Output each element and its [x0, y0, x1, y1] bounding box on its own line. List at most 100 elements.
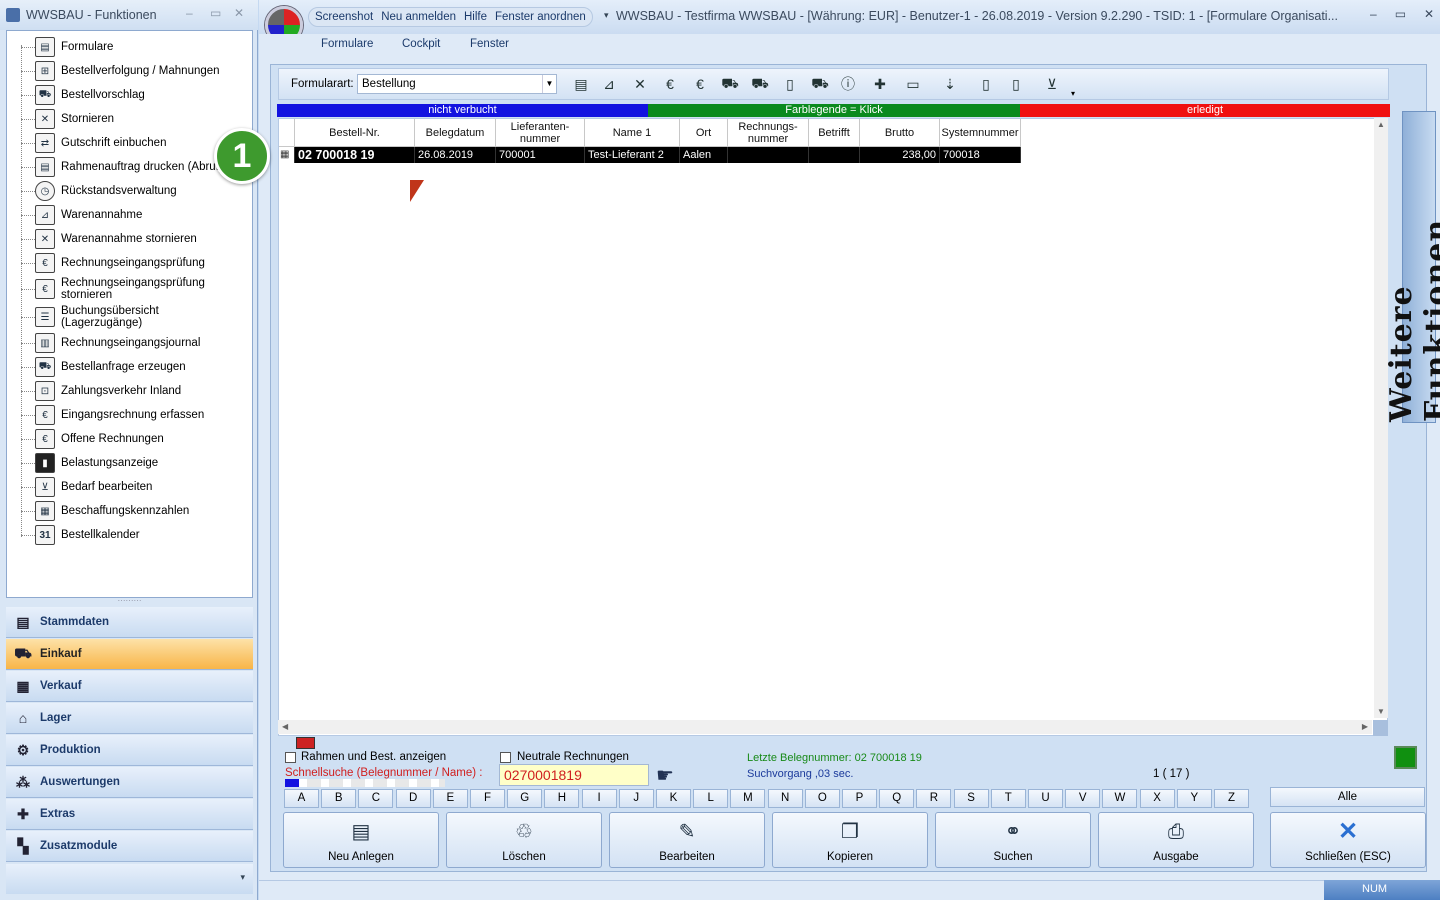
category-auswertungen[interactable]: ⁂ Auswertungen	[6, 767, 253, 798]
alphabet-a-button[interactable]: A	[284, 789, 319, 808]
tree-item-offene-rechnungen[interactable]: € Offene Rechnungen	[7, 427, 252, 451]
chk-neutrale-rechnungen[interactable]	[500, 752, 511, 763]
neu-anlegen-button[interactable]: ▤ Neu Anlegen	[283, 812, 439, 868]
page-header-icon[interactable]: ▯	[1004, 72, 1028, 96]
tab-formulare[interactable]: Formulare	[321, 38, 373, 50]
pane-splitter[interactable]: ·········	[6, 597, 253, 606]
schliessen-button[interactable]: ✕ Schließen (ESC)	[1270, 812, 1426, 868]
sort-down-icon[interactable]: ⇣	[938, 72, 962, 96]
alphabet-n-button[interactable]: N	[767, 789, 803, 808]
tree-item-bestellanfrage[interactable]: ⛟ Bestellanfrage erzeugen	[7, 355, 252, 379]
euro-cancel-icon[interactable]: €	[688, 72, 712, 96]
weitere-funktionen-tab[interactable]: Weitere Funktionen	[1384, 111, 1440, 423]
schnellsuche-input[interactable]	[499, 764, 649, 786]
tree-item-bedarf[interactable]: ⊻ Bedarf bearbeiten	[7, 475, 252, 499]
category-stammdaten[interactable]: ▤ Stammdaten	[6, 607, 253, 638]
legend-erledigt[interactable]: erledigt	[1020, 104, 1390, 117]
category-einkauf[interactable]: ⛟ Einkauf	[6, 639, 253, 670]
tab-fenster[interactable]: Fenster	[470, 38, 509, 50]
loeschen-button[interactable]: ♲ Löschen	[446, 812, 602, 868]
qat-hilfe[interactable]: Hilfe	[464, 11, 487, 23]
alphabet-l-button[interactable]: L	[693, 789, 729, 808]
tree-item-bestellverfolgung[interactable]: ⊞ Bestellverfolgung / Mahnungen	[7, 59, 252, 83]
legend-farblegende[interactable]: Farblegende = Klick	[648, 104, 1020, 117]
qat-screenshot[interactable]: Screenshot	[315, 11, 373, 23]
alphabet-c-button[interactable]: C	[358, 789, 394, 808]
scroll-down-icon[interactable]: ▼	[1377, 707, 1385, 716]
suchen-button[interactable]: ⚭ Suchen	[935, 812, 1091, 868]
alphabet-p-button[interactable]: P	[842, 789, 877, 808]
tree-item-eingangsrechnung[interactable]: € Eingangsrechnung erfassen	[7, 403, 252, 427]
alphabet-v-button[interactable]: V	[1065, 789, 1101, 808]
category-overflow[interactable]: ▾	[6, 864, 253, 894]
tree-item-kennzahlen[interactable]: ▦ Beschaffungskennzahlen	[7, 499, 252, 523]
close-icon[interactable]: ✕	[234, 6, 244, 20]
alphabet-z-button[interactable]: Z	[1214, 789, 1249, 808]
tree-item-zahlungsverkehr[interactable]: ⊡ Zahlungsverkehr Inland	[7, 379, 252, 403]
alphabet-q-button[interactable]: Q	[879, 789, 915, 808]
tab-cockpit[interactable]: Cockpit	[402, 38, 440, 50]
col-name-1[interactable]: Name 1	[585, 119, 680, 147]
category-produktion[interactable]: ⚙ Produktion	[6, 735, 253, 766]
col-betrifft[interactable]: Betrifft	[809, 119, 860, 147]
alphabet-o-button[interactable]: O	[804, 789, 840, 808]
alphabet-s-button[interactable]: S	[953, 789, 989, 808]
alphabet-b-button[interactable]: B	[321, 789, 357, 808]
col-bestell-nr[interactable]: Bestell-Nr.	[295, 119, 415, 147]
monitor-icon[interactable]: ▭	[901, 72, 925, 96]
qat-dropdown-icon[interactable]: ▾	[604, 10, 609, 21]
legend-nicht-verbucht[interactable]: nicht verbucht	[277, 104, 648, 117]
alphabet-w-button[interactable]: W	[1102, 789, 1138, 808]
clipboard-icon[interactable]: ▤	[569, 72, 593, 96]
alphabet-r-button[interactable]: R	[916, 789, 952, 808]
tree-item-rechnungspruefung[interactable]: € Rechnungseingangsprüfung	[7, 251, 252, 275]
col-belegdatum[interactable]: Belegdatum	[415, 119, 496, 147]
grid-horizontal-scrollbar[interactable]: ◀ ▶	[278, 720, 1372, 734]
book-cancel-icon[interactable]: ▯	[778, 72, 802, 96]
ausgabe-button[interactable]: ⎙ Ausgabe	[1098, 812, 1254, 868]
minimize-icon[interactable]: –	[186, 6, 193, 20]
alphabet-j-button[interactable]: J	[618, 789, 654, 808]
scroll-right-icon[interactable]: ▶	[1362, 722, 1368, 731]
cart-list-icon[interactable]: ⛟	[808, 72, 832, 96]
tree-item-rechnungsjournal[interactable]: ▥ Rechnungseingangsjournal	[7, 331, 252, 355]
color-marker-icon[interactable]	[296, 737, 315, 749]
tree-item-warenannahme-stornieren[interactable]: ✕ Warenannahme stornieren	[7, 227, 252, 251]
chk-rahmen-best[interactable]	[285, 752, 296, 763]
alphabet-k-button[interactable]: K	[656, 789, 691, 808]
category-zusatzmodule[interactable]: ▚ Zusatzmodule	[6, 831, 253, 862]
tree-item-belastungsanzeige[interactable]: ▮ Belastungsanzeige	[7, 451, 252, 475]
tree-item-rechnungspruefung-stornieren[interactable]: € Rechnungseingangsprüfung stornieren	[7, 275, 252, 303]
col-systemnummer[interactable]: Systemnummer	[940, 119, 1021, 147]
alphabet-i-button[interactable]: I	[581, 789, 617, 808]
qat-neu-anmelden[interactable]: Neu anmelden	[381, 11, 456, 23]
hand-truck-icon[interactable]: ⊿	[597, 72, 621, 96]
cart-edit-icon[interactable]: ⛟	[718, 72, 742, 96]
info-document-icon[interactable]: ⓘ	[836, 72, 860, 96]
tree-item-formulare[interactable]: ▤ Formulare	[7, 35, 252, 59]
alphabet-x-button[interactable]: X	[1139, 789, 1175, 808]
table-row[interactable]: ▦ 02 700018 19 26.08.2019 700001 Test-Li…	[279, 147, 1021, 163]
cart-grid-icon[interactable]: ⛟	[748, 72, 772, 96]
tree-item-warenannahme[interactable]: ⊿ Warenannahme	[7, 203, 252, 227]
euro-search-icon[interactable]: €	[658, 72, 682, 96]
page-portrait-icon[interactable]: ▯	[974, 72, 998, 96]
col-brutto[interactable]: Brutto	[860, 119, 940, 147]
alphabet-t-button[interactable]: T	[990, 789, 1026, 808]
chevron-down-icon[interactable]: ▾	[240, 872, 245, 883]
toolbar-overflow-icon[interactable]: ▾	[1071, 89, 1075, 98]
col-ort[interactable]: Ort	[680, 119, 728, 147]
hand-truck-cancel-icon[interactable]: ✕	[628, 72, 652, 96]
alphabet-h-button[interactable]: H	[544, 789, 580, 808]
chevron-down-icon[interactable]: ▼	[542, 75, 556, 93]
tree-item-bestellkalender[interactable]: 31 Bestellkalender	[7, 523, 252, 547]
bearbeiten-button[interactable]: ✎ Bearbeiten	[609, 812, 765, 868]
alphabet-m-button[interactable]: M	[730, 789, 766, 808]
qat-fenster-anordnen[interactable]: Fenster anordnen	[495, 11, 586, 23]
tree-item-rueckstand[interactable]: ◷ Rückstandsverwaltung	[7, 179, 252, 203]
alphabet-alle-button[interactable]: Alle	[1270, 787, 1425, 807]
close-icon[interactable]: ✕	[1424, 7, 1434, 21]
alphabet-f-button[interactable]: F	[470, 789, 505, 808]
stamp-add-icon[interactable]: ✚	[868, 72, 892, 96]
col-lieferantennummer[interactable]: Lieferanten-nummer	[496, 119, 585, 147]
